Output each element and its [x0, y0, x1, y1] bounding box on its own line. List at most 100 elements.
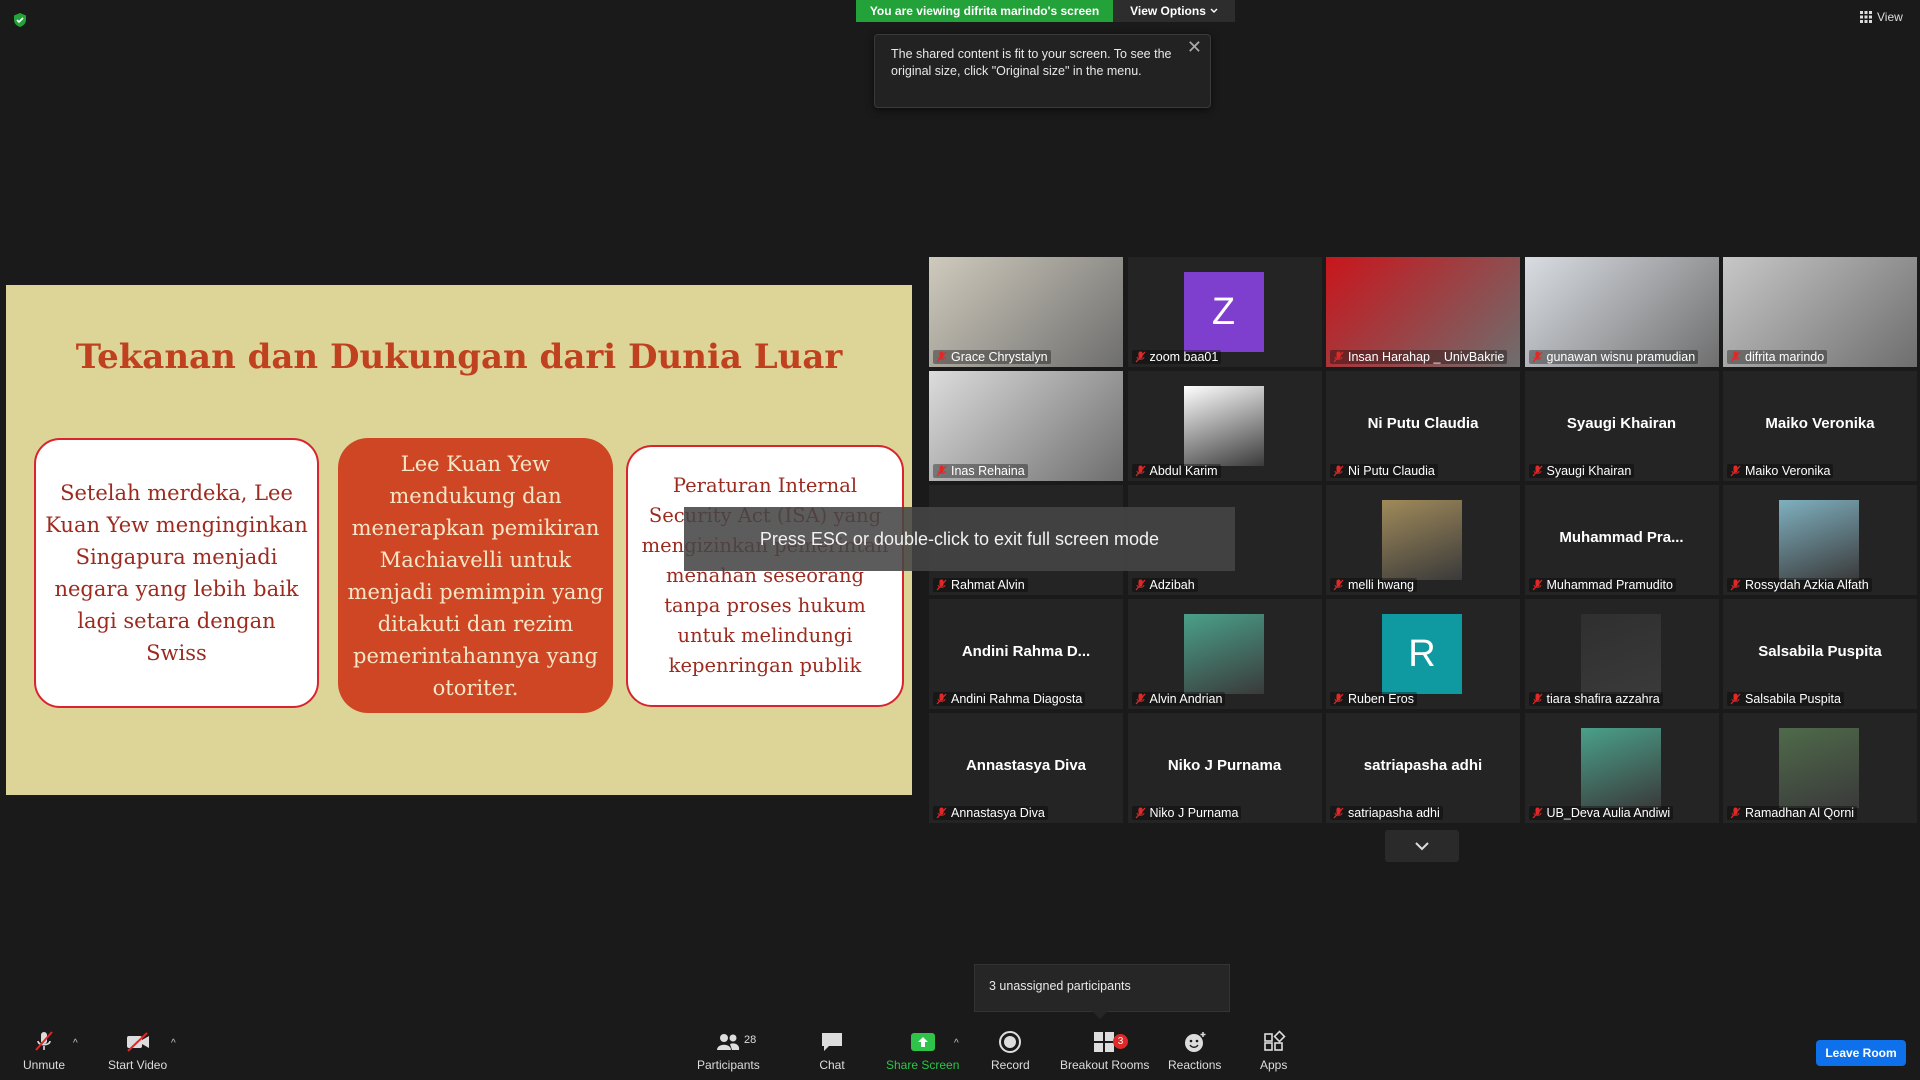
participant-name: Inas Rehaina — [951, 464, 1025, 478]
participant-tile[interactable]: melli hwang — [1326, 485, 1520, 595]
muted-mic-icon — [1333, 807, 1344, 819]
participant-tile[interactable]: difrita marindo — [1723, 257, 1917, 367]
view-label: View — [1877, 10, 1903, 24]
chat-button[interactable]: Chat — [819, 1030, 845, 1072]
participant-name-label: difrita marindo — [1727, 350, 1828, 364]
participant-tile[interactable]: tiara shafira azzahra — [1524, 599, 1719, 709]
participants-label: Participants — [697, 1058, 760, 1072]
unassigned-participants-popup[interactable]: 3 unassigned participants — [974, 964, 1230, 1012]
participant-tile[interactable]: Salsabila Puspita Salsabila Puspita — [1723, 599, 1917, 709]
muted-mic-icon — [1730, 693, 1741, 705]
smiley-icon — [1184, 1032, 1206, 1052]
participant-name-label: Annastasya Diva — [933, 806, 1048, 820]
participant-tile[interactable]: Annastasya Diva Annastasya Diva — [929, 713, 1123, 823]
participant-tile[interactable]: gunawan wisnu pramudian — [1524, 257, 1719, 367]
participant-profile-picture — [1779, 500, 1859, 580]
muted-mic-icon — [1532, 465, 1542, 477]
participant-name-label: Muhammad Pramudito — [1528, 578, 1676, 592]
slide-card-3: Peraturan Internal Security Act (ISA) ya… — [626, 445, 904, 707]
participant-name-label: Inas Rehaina — [933, 464, 1028, 478]
participant-tile[interactable]: Rossydah Azkia Alfath — [1723, 485, 1917, 595]
participant-tile[interactable]: Abdul Karim — [1127, 371, 1322, 481]
share-screen-icon — [910, 1033, 935, 1051]
breakout-badge: 3 — [1113, 1034, 1128, 1049]
participant-tile[interactable]: Inas Rehaina — [929, 371, 1123, 481]
participant-tile[interactable]: UB_Deva Aulia Andiwi — [1524, 713, 1719, 823]
participant-name-label: Insan Harahap _ UnivBakrie — [1330, 350, 1508, 364]
participant-tile[interactable]: Syaugi Khairan Syaugi Khairan — [1524, 371, 1719, 481]
participant-name: Annastasya Diva — [951, 806, 1045, 820]
participant-name-label: Rahmat Alvin — [933, 578, 1028, 592]
gallery-next-page-button[interactable] — [1385, 830, 1459, 862]
participant-name: satriapasha adhi — [1348, 806, 1440, 820]
participant-tile[interactable]: Maiko Veronika Maiko Veronika — [1723, 371, 1917, 481]
participant-tile[interactable]: Andini Rahma D... Andini Rahma Diagosta — [929, 599, 1123, 709]
share-options-caret[interactable]: ^ — [954, 1038, 959, 1049]
participant-name: melli hwang — [1348, 578, 1415, 592]
participant-tile[interactable]: R Ruben Eros — [1326, 599, 1520, 709]
share-screen-button[interactable]: Share Screen — [886, 1030, 959, 1072]
video-options-caret[interactable]: ^ — [171, 1038, 176, 1049]
participant-tile[interactable]: Ramadhan Al Qorni — [1723, 713, 1917, 823]
participant-name: Maiko Veronika — [1745, 464, 1831, 478]
view-options-button[interactable]: View Options — [1113, 0, 1235, 22]
participant-profile-picture — [1779, 728, 1859, 808]
participant-initial-avatar: Z — [1183, 272, 1264, 352]
unmute-label: Unmute — [23, 1058, 66, 1072]
leave-room-button[interactable]: Leave Room — [1816, 1040, 1906, 1066]
breakout-rooms-label: Breakout Rooms — [1060, 1058, 1150, 1072]
participant-tile[interactable]: Grace Chrystalyn — [929, 257, 1123, 367]
participant-display-name: Salsabila Puspita — [1758, 643, 1882, 660]
participant-name-label: Ruben Eros — [1330, 692, 1418, 706]
participant-display-name: Andini Rahma D... — [961, 643, 1091, 660]
participant-name: Adzibah — [1149, 578, 1195, 592]
participant-name-label: gunawan wisnu pramudian — [1528, 350, 1699, 364]
participant-display-name: Muhammad Pra... — [1559, 529, 1684, 546]
breakout-rooms-button[interactable]: Breakout Rooms — [1060, 1030, 1149, 1072]
participant-name-label: zoom baa01 — [1131, 350, 1222, 364]
muted-mic-icon — [936, 693, 947, 705]
participant-name-label: Maiko Veronika — [1727, 464, 1834, 478]
participant-tile[interactable]: Alvin Andrian — [1127, 599, 1322, 709]
view-button[interactable]: View — [1860, 10, 1903, 24]
muted-mic-icon — [1532, 579, 1542, 591]
security-shield-icon[interactable] — [12, 12, 28, 28]
muted-mic-icon — [936, 351, 947, 363]
participant-tile[interactable]: satriapasha adhi satriapasha adhi — [1326, 713, 1520, 823]
participant-profile-picture — [1580, 614, 1661, 694]
participant-name: Abdul Karim — [1149, 464, 1218, 478]
participant-tile[interactable]: Zzoom baa01 — [1127, 257, 1322, 367]
participant-name-label: Salsabila Puspita — [1727, 692, 1844, 706]
participant-name-label: Andini Rahma Diagosta — [933, 692, 1086, 706]
participant-display-name: Syaugi Khairan — [1566, 415, 1677, 432]
muted-mic-icon — [1135, 351, 1145, 363]
muted-mic-icon — [1333, 351, 1344, 363]
view-options-label: View Options — [1130, 4, 1206, 18]
participant-name-label: melli hwang — [1330, 578, 1418, 592]
audio-options-caret[interactable]: ^ — [73, 1038, 78, 1049]
participant-name: Salsabila Puspita — [1745, 692, 1841, 706]
participant-tile[interactable]: Ni Putu Claudia Ni Putu Claudia — [1326, 371, 1520, 481]
start-video-button[interactable]: Start Video — [108, 1030, 167, 1072]
participant-name-label: Abdul Karim — [1131, 464, 1221, 478]
muted-mic-icon — [1135, 807, 1145, 819]
participant-tile[interactable]: Muhammad Pra... Muhammad Pramudito — [1524, 485, 1719, 595]
muted-mic-icon — [1730, 465, 1741, 477]
exit-fullscreen-hint: Press ESC or double-click to exit full s… — [684, 507, 1235, 571]
apps-button[interactable]: Apps — [1260, 1030, 1287, 1072]
participant-profile-picture — [1183, 614, 1264, 694]
start-video-label: Start Video — [108, 1058, 168, 1072]
participant-name-label: tiara shafira azzahra — [1528, 692, 1663, 706]
participant-tile[interactable]: Insan Harahap _ UnivBakrie — [1326, 257, 1520, 367]
chat-label: Chat — [819, 1058, 845, 1072]
participant-tile[interactable]: Niko J Purnama Niko J Purnama — [1127, 713, 1322, 823]
close-icon[interactable]: ✕ — [1187, 38, 1202, 56]
unmute-button[interactable]: Unmute — [23, 1030, 65, 1072]
participant-name-label: Adzibah — [1131, 578, 1198, 592]
reactions-button[interactable]: Reactions — [1168, 1030, 1221, 1072]
participant-name: Alvin Andrian — [1149, 692, 1223, 706]
apps-icon — [1263, 1030, 1286, 1051]
record-button[interactable]: Record — [991, 1030, 1030, 1072]
participant-name: Ni Putu Claudia — [1348, 464, 1435, 478]
participants-count: 28 — [744, 1034, 757, 1046]
